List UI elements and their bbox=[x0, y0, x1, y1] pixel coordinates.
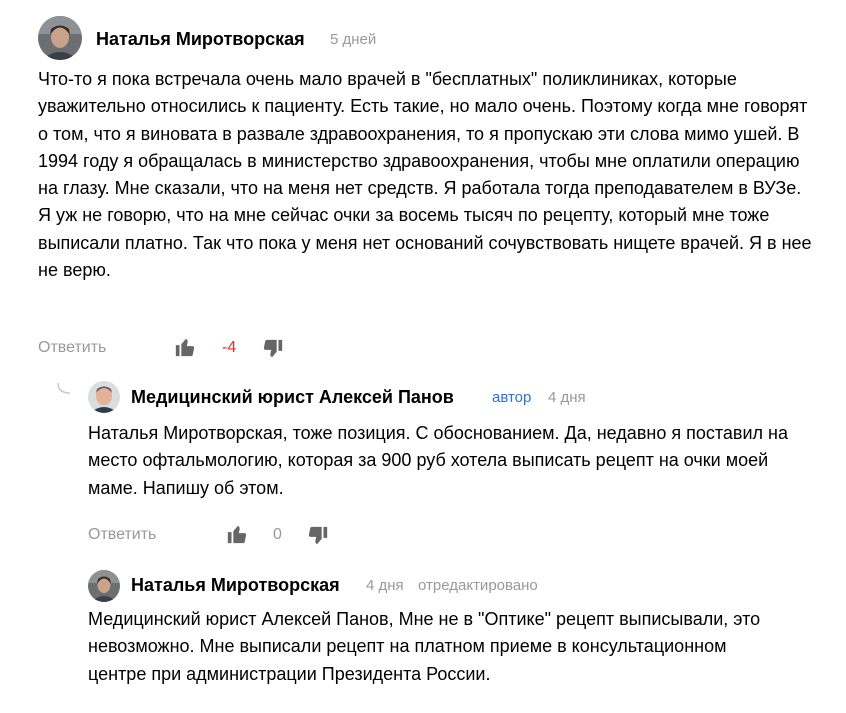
comment-reply: Медицинский юрист Алексей Панов автор 4 … bbox=[0, 370, 846, 560]
comment-time[interactable]: 4 дня bbox=[548, 389, 586, 406]
author-badge: автор bbox=[492, 389, 532, 406]
comment-reply: Наталья Миротворская 4 дня отредактирова… bbox=[0, 560, 846, 713]
comment-author[interactable]: Медицинский юрист Алексей Панов bbox=[131, 387, 454, 408]
edited-label: отредактировано bbox=[418, 577, 538, 594]
reply-button[interactable]: Ответить bbox=[38, 339, 106, 357]
comment: Наталья Миротворская 5 дней Что-то я пок… bbox=[0, 0, 846, 370]
thumbs-up-icon[interactable] bbox=[226, 523, 248, 550]
comment-text: Медицинский юрист Алексей Панов, Мне не … bbox=[88, 609, 761, 684]
comment-time[interactable]: 4 дня bbox=[366, 577, 404, 594]
comment-text: Наталья Миротворская, тоже позиция. С об… bbox=[88, 423, 788, 498]
comment-author[interactable]: Наталья Миротворская bbox=[131, 575, 340, 596]
thumbs-down-icon[interactable] bbox=[307, 525, 329, 552]
comment-text: Что-то я пока встречала очень мало враче… bbox=[38, 69, 812, 281]
avatar[interactable] bbox=[88, 570, 120, 602]
reply-button[interactable]: Ответить bbox=[88, 526, 156, 544]
thumbs-down-icon[interactable] bbox=[262, 338, 284, 365]
avatar[interactable] bbox=[38, 16, 82, 60]
comment-score: 0 bbox=[273, 526, 282, 543]
avatar[interactable] bbox=[88, 381, 120, 413]
thumbs-up-icon[interactable] bbox=[174, 336, 196, 363]
comment-time[interactable]: 5 дней bbox=[330, 31, 376, 48]
comment-author[interactable]: Наталья Миротворская bbox=[96, 29, 305, 50]
comment-score: -4 bbox=[222, 339, 237, 356]
